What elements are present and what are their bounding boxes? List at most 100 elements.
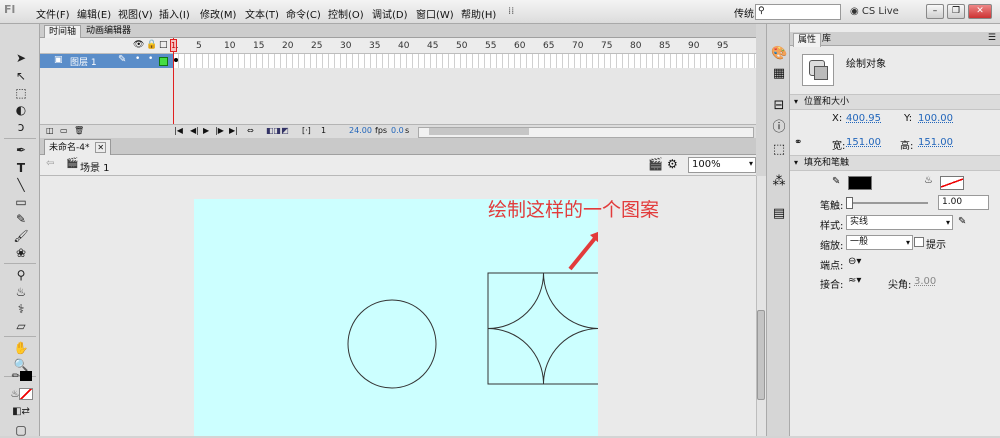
eyedropper-tool-icon[interactable]: ⚕ [12,301,30,317]
cap-select[interactable]: ⊖▾ [848,256,861,267]
menu-text[interactable]: 文本(T) [245,6,279,21]
eye-icon[interactable]: 👁 [133,40,144,50]
new-folder-icon[interactable]: ▭ [60,126,68,135]
bone-tool-icon[interactable]: ⚲ [12,267,30,283]
lasso-tool-icon[interactable]: ↄ [12,119,30,135]
hint-checkbox[interactable] [914,237,924,247]
menu-debug[interactable]: 调试(D) [372,6,408,21]
back-arrow-icon[interactable]: ⇦ [46,158,54,169]
menu-file[interactable]: 文件(F) [36,6,70,21]
info-panel-icon[interactable]: ⓘ [771,120,787,136]
edit-scene-icon[interactable]: 🎬 [648,157,663,171]
scene-name[interactable]: 场景 1 [80,159,110,174]
edit-symbols-icon[interactable]: ⚙ [667,157,678,171]
center-frame-icon[interactable]: ⇔ [247,126,254,135]
stage[interactable] [194,199,598,436]
edit-stroke-style-icon[interactable]: ✎ [958,216,966,227]
paint-bucket-tool-icon[interactable]: ♨ [12,284,30,300]
menu-view[interactable]: 视图(V) [118,6,153,21]
play-icon[interactable]: ▶ [203,126,209,135]
swap-colors-icon[interactable]: ◧⇄ [12,404,30,420]
search-input[interactable]: ⚲ [755,4,841,20]
motion-presets-icon[interactable]: ▤ [771,206,787,222]
selection-tool-icon[interactable]: ➤ [12,50,30,66]
menu-modify[interactable]: 修改(M) [200,6,236,21]
miter-value[interactable]: 3.00 [914,276,936,287]
transform-panel-icon[interactable]: ⬚ [771,142,787,158]
rectangle-tool-icon[interactable]: ▭ [12,194,30,210]
playhead[interactable]: 1 [170,39,177,52]
free-transform-tool-icon[interactable]: ⬚ [12,85,30,101]
go-last-icon[interactable]: ▶| [229,126,238,135]
delete-layer-icon[interactable]: 🗑 [74,126,84,135]
swatches-panel-icon[interactable]: ▦ [771,66,787,82]
fill-stroke-section[interactable]: ▾ 填充和笔触 [790,155,1000,171]
deco-tool-icon[interactable]: ❀ [12,245,30,261]
restore-button[interactable]: ❐ [947,4,965,19]
step-back-icon[interactable]: ◀| [190,126,199,135]
pen-tool-icon[interactable]: ✒ [12,142,30,158]
square-shape[interactable] [487,272,598,385]
minimize-button[interactable]: – [926,4,944,19]
panel-menu-icon[interactable]: ☰ [988,33,996,43]
menu-commands[interactable]: 命令(C) [286,6,321,21]
stage-vscroll-thumb[interactable] [757,310,765,400]
timeline-hscroll-thumb[interactable] [429,128,529,135]
new-layer-icon[interactable]: ◫ [46,126,54,135]
brush-tool-icon[interactable]: 🖌 [12,228,30,244]
components-panel-icon[interactable]: ⁂ [771,174,787,190]
text-tool-icon[interactable]: T [12,160,30,176]
layer-1-row[interactable]: ▣ 图层 1 ✎ • • [40,54,173,68]
visible-dot-icon[interactable]: • [135,54,140,64]
height-value[interactable]: 151.00 [918,137,953,148]
document-tab[interactable]: 未命名-4* ✕ [44,139,112,155]
circle-shape[interactable] [347,299,437,389]
color-panel-icon[interactable]: 🎨 [771,46,787,62]
stroke-width-input[interactable]: 1.00 [938,195,989,210]
position-size-section[interactable]: ▾ 位置和大小 [790,94,1000,110]
width-value[interactable]: 151.00 [846,137,881,148]
scale-select[interactable]: 一般 ▾ [846,235,913,250]
lock-dot-icon[interactable]: • [148,54,153,64]
hand-tool-icon[interactable]: ✋ [12,340,30,356]
go-first-icon[interactable]: |◀ [174,126,183,135]
step-forward-icon[interactable]: |▶ [215,126,224,135]
menu-window[interactable]: 窗口(W) [416,6,454,21]
fill-color-control[interactable]: ♨ [8,385,36,401]
zoom-select[interactable]: 100% ▾ [688,157,756,173]
y-value[interactable]: 100.00 [918,113,953,124]
menu-help[interactable]: 帮助(H) [461,6,496,21]
style-select[interactable]: 实线 ▾ [846,215,953,230]
tab-motion-editor[interactable]: 动画编辑器 [82,25,135,38]
outline-icon[interactable]: □ [159,40,168,50]
timeline-hscroll[interactable] [418,127,754,138]
cs-live-button[interactable]: ◉ CS Live [850,6,899,17]
onion-skin-icon[interactable]: ◧◨◩ [266,126,289,135]
tab-library[interactable]: 库 [818,33,835,46]
stroke-slider[interactable] [846,197,928,209]
frame-cells[interactable] [173,54,756,68]
lock-ratio-icon[interactable]: ⚭ [794,137,802,148]
join-select[interactable]: ≈▾ [848,275,861,286]
stroke-color-swatch[interactable] [848,176,872,190]
star-pattern-shape[interactable] [487,272,598,385]
3d-rotation-tool-icon[interactable]: ◐ [12,102,30,118]
align-panel-icon[interactable]: ⊟ [771,98,787,114]
layer-name[interactable]: 图层 1 [70,55,97,68]
fps-value[interactable]: 24.00 [349,126,372,135]
stroke-slider-thumb[interactable] [846,197,853,209]
eraser-tool-icon[interactable]: ▱ [12,318,30,334]
lock-icon[interactable]: 🔒 [146,40,157,50]
edit-markers-icon[interactable]: [·] [302,126,311,135]
menu-edit[interactable]: 编辑(E) [77,6,111,21]
subselection-tool-icon[interactable]: ↖ [12,68,30,84]
line-tool-icon[interactable]: ╲ [12,177,30,193]
tab-properties[interactable]: 属性 [793,33,822,47]
stroke-color-control[interactable]: ✏ [8,367,36,383]
menu-insert[interactable]: 插入(I) [159,6,190,21]
x-value[interactable]: 400.95 [846,113,881,124]
close-tab-icon[interactable]: ✕ [95,142,107,153]
pencil-tool-icon[interactable]: ✎ [12,211,30,227]
close-window-button[interactable]: ✕ [968,4,992,19]
keyframe-icon[interactable] [174,58,178,62]
